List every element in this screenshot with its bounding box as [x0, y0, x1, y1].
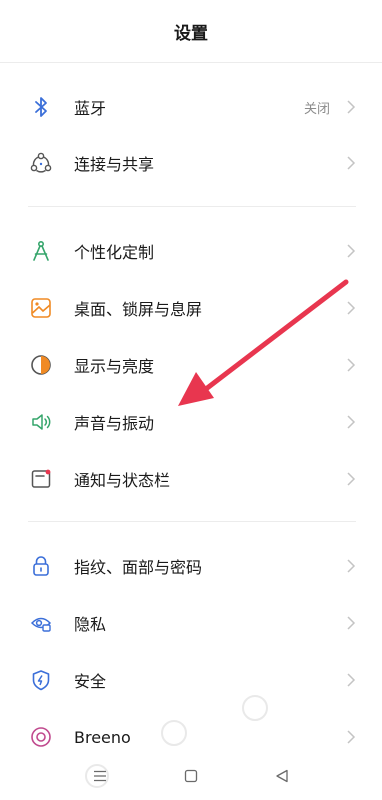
wallpaper-icon	[29, 296, 53, 320]
settings-item-label: 桌面、锁屏与息屏	[74, 300, 203, 319]
settings-item-label: 隐私	[74, 615, 107, 634]
bluetooth-icon	[29, 95, 53, 119]
chevron-right-icon	[347, 730, 356, 744]
speaker-icon	[29, 410, 53, 434]
settings-item-bluetooth[interactable]: 蓝牙 关闭	[0, 79, 382, 135]
brightness-icon	[29, 353, 53, 377]
privacy-eye-icon	[29, 611, 53, 635]
home-square-icon[interactable]	[183, 768, 199, 784]
notification-icon	[29, 467, 53, 491]
settings-item-security[interactable]: 安全	[0, 652, 382, 708]
settings-item-notification-statusbar[interactable]: 通知与状态栏	[0, 451, 382, 507]
settings-item-privacy[interactable]: 隐私	[0, 595, 382, 651]
chevron-right-icon	[347, 673, 356, 687]
breeno-icon	[29, 725, 53, 749]
settings-item-desktop-lockscreen[interactable]: 桌面、锁屏与息屏	[0, 280, 382, 336]
menu-icon[interactable]	[92, 768, 108, 784]
chevron-right-icon	[347, 156, 356, 170]
settings-item-fingerprint-face-password[interactable]: 指纹、面部与密码	[0, 538, 382, 594]
chevron-right-icon	[347, 100, 356, 114]
settings-item-label: 声音与振动	[74, 414, 155, 433]
chevron-right-icon	[347, 415, 356, 429]
settings-item-label: 蓝牙	[74, 99, 107, 118]
settings-item-connect-share[interactable]: 连接与共享	[0, 135, 382, 191]
top-app-bar: 设置	[0, 0, 382, 62]
group-divider	[28, 206, 356, 207]
chevron-right-icon	[347, 559, 356, 573]
settings-item-label: 连接与共享	[74, 155, 155, 174]
touch-indicator	[242, 695, 268, 721]
settings-item-personalization[interactable]: 个性化定制	[0, 223, 382, 279]
compass-drawing-icon	[29, 239, 53, 263]
settings-item-label: Breeno	[74, 727, 131, 747]
bluetooth-status: 关闭	[303, 101, 330, 117]
touch-indicator	[161, 720, 187, 746]
settings-item-label: 指纹、面部与密码	[74, 558, 203, 577]
chevron-right-icon	[347, 244, 356, 258]
lock-icon	[29, 554, 53, 578]
chevron-right-icon	[347, 301, 356, 315]
settings-item-label: 个性化定制	[74, 243, 155, 262]
chevron-right-icon	[347, 358, 356, 372]
back-triangle-icon[interactable]	[274, 768, 290, 784]
settings-item-sound-vibration[interactable]: 声音与振动	[0, 394, 382, 450]
chevron-right-icon	[347, 616, 356, 630]
page-title: 设置	[174, 23, 208, 44]
settings-item-label: 安全	[74, 672, 107, 691]
chevron-right-icon	[347, 472, 356, 486]
settings-item-display-brightness[interactable]: 显示与亮度	[0, 337, 382, 393]
system-navigation-bar	[0, 750, 382, 800]
settings-item-label: 通知与状态栏	[74, 471, 171, 490]
group-divider	[28, 521, 356, 522]
header-divider	[0, 62, 382, 63]
settings-item-label: 显示与亮度	[74, 357, 155, 376]
share-connect-icon	[29, 151, 53, 175]
shield-icon	[29, 668, 53, 692]
